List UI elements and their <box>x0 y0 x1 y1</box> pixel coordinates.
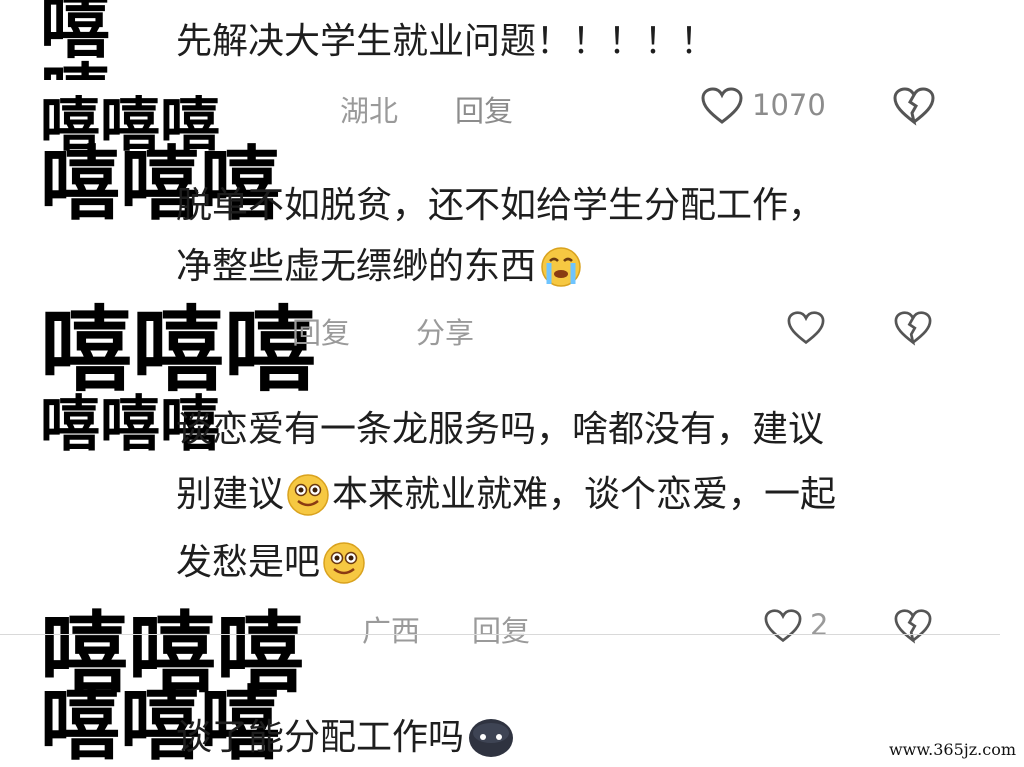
share-button[interactable]: 分享 <box>416 310 474 352</box>
comment-text: 别建议 本来就业就难，谈个恋爱，一起 <box>176 473 837 517</box>
heart-outline-icon[interactable] <box>698 84 746 128</box>
smiling-face-emoji <box>322 541 366 585</box>
comment-location: 广西 <box>362 614 421 648</box>
reply-button[interactable]: 回复 <box>455 88 513 130</box>
broken-heart-icon[interactable] <box>890 606 936 646</box>
heart-outline-icon[interactable] <box>783 308 829 348</box>
broken-heart-icon[interactable] <box>890 84 938 128</box>
watermark: www.365jz.com <box>888 740 1016 759</box>
comment-text: 先解决大学生就业问题！！！！！ <box>176 21 717 62</box>
comment-text: 净整些虚无缥缈的东西 <box>176 245 582 289</box>
dark-face-emoji <box>468 717 514 759</box>
reply-button[interactable]: 回复 <box>472 608 530 650</box>
comment-text: 发愁是吧 <box>176 541 366 585</box>
comment-text: 谈恋爱有一条龙服务吗，啥都没有，建议 <box>176 409 825 450</box>
broken-heart-icon[interactable] <box>890 308 936 348</box>
like-count: 2 <box>810 608 829 642</box>
crying-face-emoji <box>540 246 582 288</box>
comment-text: 谈了能分配工作吗 <box>176 716 514 760</box>
comment-location: 湖北 <box>340 94 399 128</box>
mosaic-avatar-1: 嘻嘻嘻 <box>40 0 165 80</box>
heart-outline-icon[interactable] <box>760 606 806 646</box>
reply-button[interactable]: 回复 <box>292 310 350 352</box>
section-divider <box>0 634 1000 635</box>
like-count: 1070 <box>752 88 826 122</box>
comment-text: 脱单不如脱贫，还不如给学生分配工作， <box>176 185 825 226</box>
smiling-face-emoji <box>286 473 330 517</box>
